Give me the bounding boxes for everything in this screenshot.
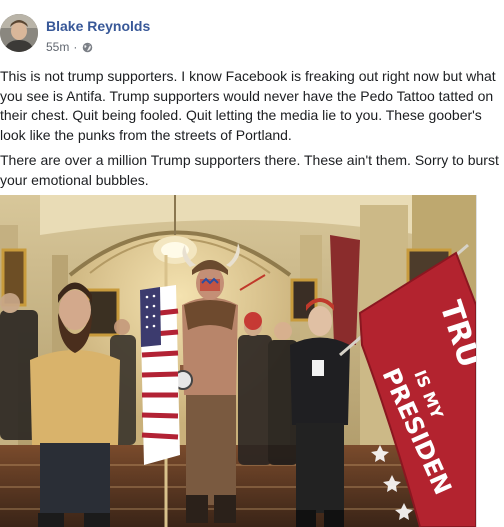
photo-gutter [476,195,504,527]
post-paragraph: There are over a million Trump supporter… [0,151,500,190]
post-line: There are over a million Trump supporter… [0,152,499,168]
post-body: This is not trump supporters. I know Fac… [0,67,500,196]
post-line: their chest. Quit being fooled. Quit let… [0,107,482,123]
post-meta: 55m · [46,40,93,54]
facebook-post: Blake Reynolds 55m · This is not trump s… [0,0,504,527]
post-paragraph: This is not trump supporters. I know Fac… [0,67,500,145]
post-header: Blake Reynolds 55m · [0,12,504,60]
author-name-link[interactable]: Blake Reynolds [46,18,150,34]
author-avatar[interactable] [0,14,38,52]
globe-icon[interactable] [82,42,93,53]
meta-separator: · [73,40,78,54]
post-line: you see is Antifa. Trump supporters woul… [0,87,494,104]
post-timestamp[interactable]: 55m [46,40,69,54]
photo-illustration: TRU IS MY PRESIDEN [0,195,476,527]
avatar-photo [0,14,38,52]
post-photo[interactable]: TRU IS MY PRESIDEN [0,195,476,527]
post-line: This is not trump supporters. I know Fac… [0,68,496,84]
post-line: look like the punks from the streets of … [0,126,292,143]
post-line: your emotional bubbles. [0,171,149,188]
